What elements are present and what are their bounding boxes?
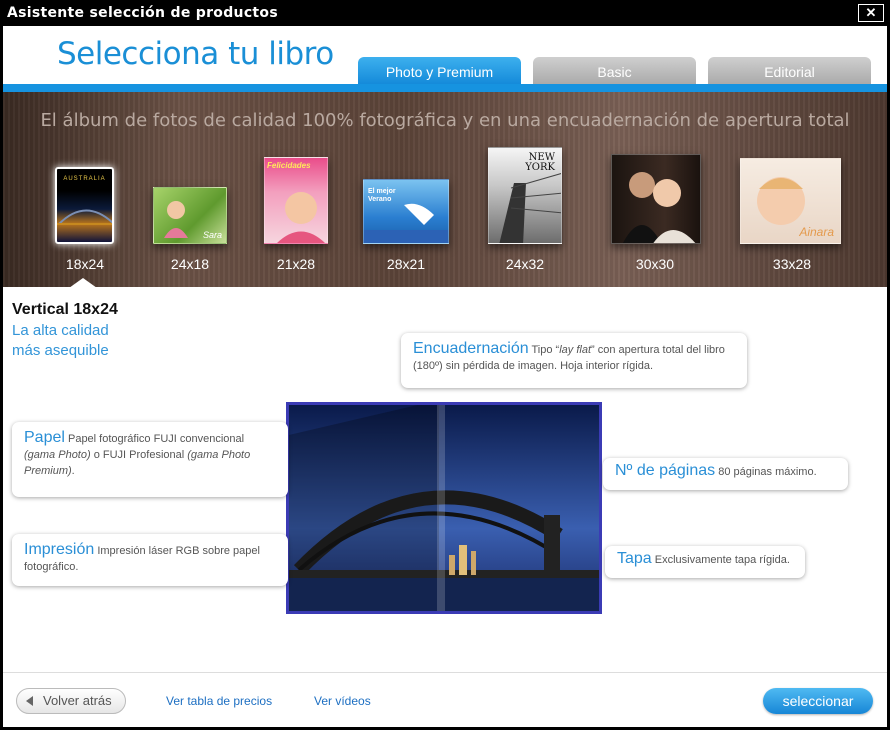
callout-pages-title: Nº de páginas (615, 462, 716, 479)
callout-binding-title: Encuadernación (413, 340, 529, 357)
tab-photo-premium[interactable]: Photo y Premium (358, 57, 521, 85)
select-button[interactable]: seleccionar (763, 688, 873, 714)
callout-binding: Encuadernación Tipo “lay flat” con apert… (401, 333, 747, 388)
callout-pages-text: 80 páginas máximo. (718, 466, 817, 478)
callout-cover-title: Tapa (617, 550, 652, 567)
format-thumb-21x28[interactable]: Felicidades (264, 157, 328, 244)
cover-text: Felicidades (267, 161, 311, 170)
selection-pointer-icon (69, 278, 97, 288)
callout-paper-text-b: o FUJI Profesional (90, 449, 188, 461)
format-label-18x24: 18x24 (65, 256, 105, 272)
format-strip: El álbum de fotos de calidad 100% fotogr… (3, 92, 887, 288)
format-thumb-28x21[interactable]: El mejor Verano (363, 179, 449, 244)
window-title: Asistente selección de productos (7, 5, 278, 21)
tab-editorial[interactable]: Editorial (708, 57, 871, 85)
callout-printing: Impresión Impresión láser RGB sobre pape… (12, 534, 288, 586)
prices-link[interactable]: Ver tabla de precios (166, 694, 272, 708)
wizard-window: Asistente selección de productos ✕ Selec… (0, 0, 890, 730)
format-thumb-33x28[interactable]: Ainara (740, 158, 841, 244)
arrow-left-icon (26, 696, 33, 706)
callout-paper-text-em1: (gama Photo) (24, 449, 91, 461)
cover-text: NEW YORK (525, 152, 555, 173)
baby-photo-icon (277, 192, 325, 243)
main-content: Selecciona tu libro Photo y Premium Basi… (3, 26, 887, 727)
callout-paper-text-c: . (71, 465, 75, 477)
callout-printing-title: Impresión (24, 541, 95, 558)
footer-divider (3, 672, 887, 673)
callout-binding-text-a: Tipo “ (531, 344, 560, 356)
callout-binding-text-em: lay flat (559, 344, 592, 356)
cover-text: Ainara (799, 225, 834, 239)
callout-pages: Nº de páginas 80 páginas máximo. (603, 458, 848, 490)
header-divider (3, 84, 887, 92)
format-label-28x21: 28x21 (386, 256, 426, 272)
format-label-24x32: 24x32 (505, 256, 545, 272)
format-thumb-24x18[interactable]: Sara (153, 187, 227, 244)
cover-text: El mejor Verano (368, 188, 396, 203)
cover-text: Sara (202, 230, 222, 240)
callout-cover-text: Exclusivamente tapa rígida. (654, 554, 790, 566)
book-preview-image (286, 400, 602, 614)
product-name: Vertical 18x24 (12, 301, 118, 318)
tagline: El álbum de fotos de calidad 100% fotogr… (40, 110, 850, 131)
back-button[interactable]: Volver atrás (16, 688, 126, 714)
product-subtitle-1: La alta calidad (12, 322, 109, 339)
format-label-24x18: 24x18 (170, 256, 210, 272)
callout-paper-text-a: Papel fotográfico FUJI convencional (67, 433, 245, 445)
callout-paper-title: Papel (24, 429, 65, 446)
format-label-33x28: 33x28 (772, 256, 812, 272)
format-label-30x30: 30x30 (635, 256, 675, 272)
format-label-21x28: 21x28 (276, 256, 316, 272)
tab-basic[interactable]: Basic (533, 57, 696, 85)
format-thumb-24x32[interactable]: NEW YORK (488, 147, 562, 244)
close-button[interactable]: ✕ (858, 4, 884, 22)
format-thumb-30x30[interactable] (611, 154, 701, 244)
product-subtitle-2: más asequible (12, 342, 109, 359)
cover-text: AUSTRALIA (63, 176, 106, 182)
format-thumb-18x24[interactable]: AUSTRALIA (55, 167, 114, 244)
title-bar: Asistente selección de productos ✕ (0, 0, 890, 26)
couple-photo-icon (623, 172, 696, 243)
callout-cover: Tapa Exclusivamente tapa rígida. (605, 546, 805, 578)
callout-paper: Papel Papel fotográfico FUJI convenciona… (12, 422, 288, 497)
videos-link[interactable]: Ver vídeos (314, 694, 371, 708)
page-title: Selecciona tu libro (57, 36, 334, 72)
open-book-bridge-icon (289, 400, 599, 611)
back-button-label: Volver atrás (43, 693, 112, 708)
header: Selecciona tu libro Photo y Premium Basi… (3, 26, 887, 85)
